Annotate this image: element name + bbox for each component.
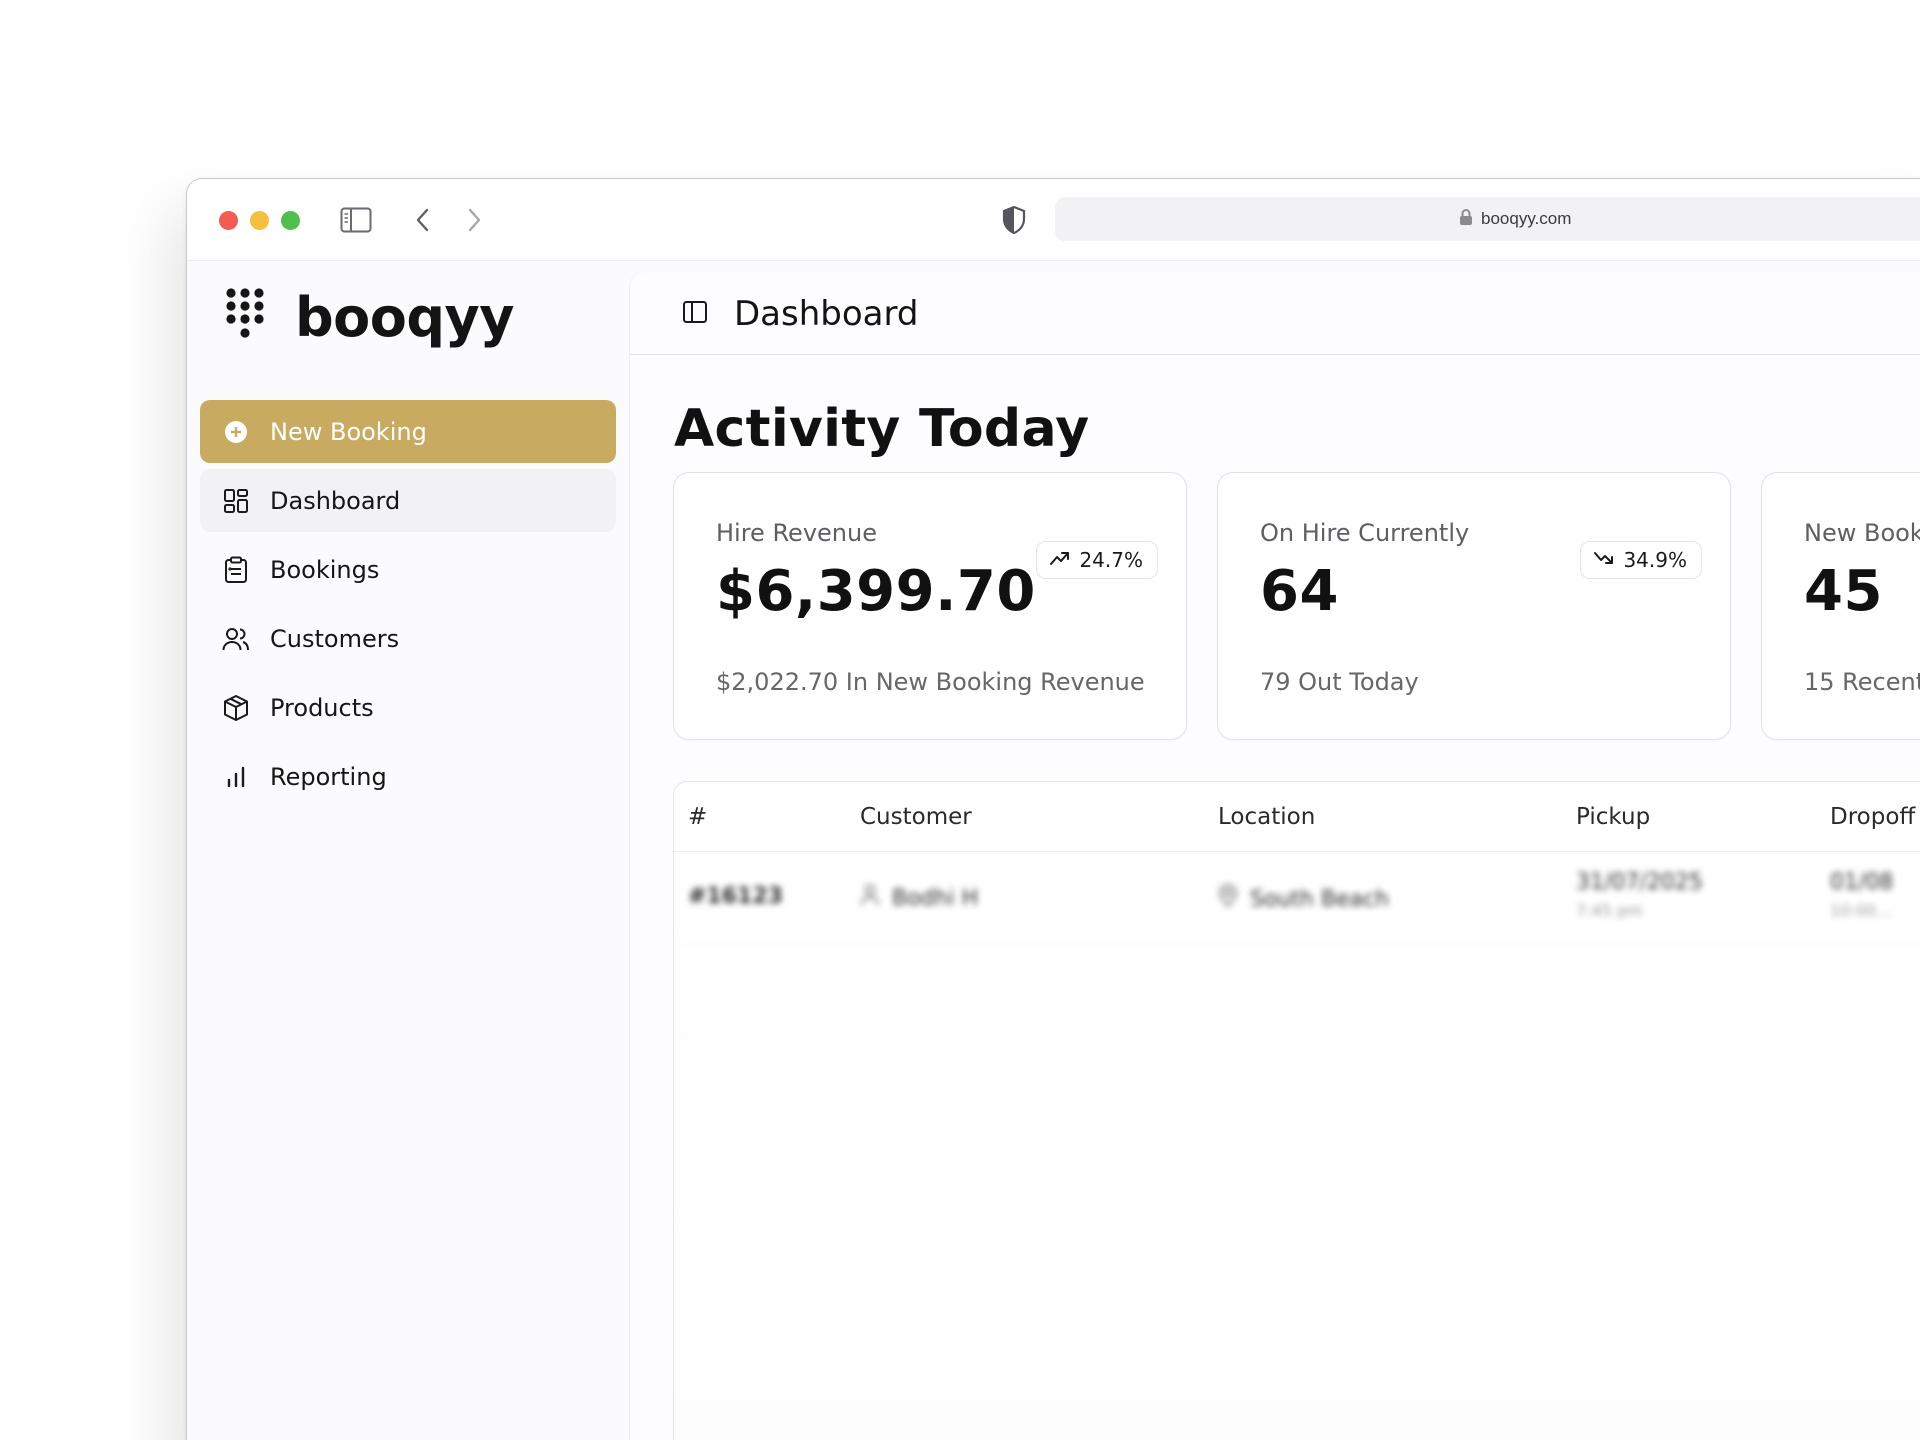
- nav-label: Products: [270, 693, 374, 722]
- customer-cell: Bodhi H: [860, 884, 978, 912]
- trend-up-icon: [1049, 548, 1071, 572]
- location-name: South Beach: [1250, 886, 1390, 912]
- card-subtext: 79 Out Today: [1260, 668, 1419, 696]
- stat-card-on-hire[interactable]: On Hire Currently 64 34.9% 79 Out Today: [1217, 472, 1731, 740]
- user-icon: [860, 884, 880, 912]
- location-cell: South Beach: [1218, 884, 1389, 914]
- dropoff-date: 01/08: [1830, 870, 1894, 895]
- main-header: Dashboard: [630, 273, 1920, 355]
- trend-value: 24.7%: [1079, 548, 1143, 572]
- sidebar-item-reporting[interactable]: Reporting: [200, 745, 616, 808]
- column-header[interactable]: Pickup: [1576, 804, 1650, 830]
- nav-label: New Booking: [270, 417, 427, 446]
- nav-label: Bookings: [270, 555, 380, 584]
- table-row[interactable]: #16123 Bodhi H South Beach 31/07/2025 7:…: [674, 852, 1920, 944]
- trend-badge: 24.7%: [1036, 541, 1158, 579]
- trend-value: 34.9%: [1623, 548, 1687, 572]
- card-subtext: 15 Recent I: [1804, 668, 1920, 696]
- pickup-cell: 31/07/2025 7:45 pm: [1576, 870, 1703, 920]
- trend-down-icon: [1593, 548, 1615, 572]
- section-title: Activity Today: [674, 399, 1090, 459]
- card-value: $6,399.70: [716, 559, 1036, 624]
- booking-id: #16123: [688, 884, 783, 909]
- lock-icon: [1459, 208, 1473, 230]
- sidebar: booqyy New Booking Dashboard Bookings Cu…: [187, 261, 627, 1440]
- dropoff-time: 10:00...: [1830, 901, 1892, 920]
- brand-name: booqyy: [295, 285, 514, 349]
- back-icon[interactable]: [406, 203, 440, 237]
- plus-circle-icon: [222, 418, 250, 446]
- stat-card-hire-revenue[interactable]: Hire Revenue $6,399.70 24.7% $2,022.70 I…: [673, 472, 1187, 740]
- stat-card-new-bookings[interactable]: New Booki 45 15 Recent I: [1761, 472, 1920, 740]
- browser-window: booqyy.com booqyy New Booking Dashboard …: [186, 178, 1920, 1440]
- column-header[interactable]: #: [688, 804, 707, 830]
- bookings-table: # Customer Location Pickup Dropoff #1612…: [673, 781, 1920, 1440]
- main-content: Dashboard Activity Today Hire Revenue $6…: [629, 273, 1920, 1440]
- shield-icon[interactable]: [997, 203, 1031, 237]
- sidebar-item-products[interactable]: Products: [200, 676, 616, 739]
- card-label: Hire Revenue: [716, 519, 877, 547]
- column-header[interactable]: Dropoff: [1830, 804, 1915, 830]
- table-row[interactable]: [674, 1128, 1920, 1220]
- sidebar-item-customers[interactable]: Customers: [200, 607, 616, 670]
- card-label: New Booki: [1804, 519, 1920, 547]
- maximize-window-button[interactable]: [281, 211, 300, 230]
- pickup-date: 31/07/2025: [1576, 870, 1703, 895]
- sidebar-toggle-icon[interactable]: [339, 203, 373, 237]
- clipboard-icon: [222, 556, 250, 584]
- forward-icon[interactable]: [457, 203, 491, 237]
- nav-label: Customers: [270, 624, 400, 653]
- stat-cards: Hire Revenue $6,399.70 24.7% $2,022.70 I…: [673, 472, 1920, 740]
- location-pin-icon: [1218, 884, 1238, 914]
- users-icon: [222, 625, 250, 653]
- table-header: # Customer Location Pickup Dropoff: [674, 782, 1920, 852]
- table-row[interactable]: [674, 944, 1920, 1036]
- card-subtext: $2,022.70 In New Booking Revenue: [716, 668, 1145, 696]
- column-header[interactable]: Customer: [860, 804, 972, 830]
- browser-toolbar: booqyy.com: [187, 179, 1920, 261]
- page-title: Dashboard: [734, 293, 919, 334]
- trend-badge: 34.9%: [1580, 541, 1702, 579]
- address-bar[interactable]: booqyy.com: [1055, 197, 1920, 241]
- card-value: 45: [1804, 559, 1883, 624]
- card-value: 64: [1260, 559, 1339, 624]
- brand[interactable]: booqyy: [225, 285, 514, 349]
- customer-name: Bodhi H: [892, 885, 979, 911]
- card-label: On Hire Currently: [1260, 519, 1470, 547]
- dropoff-cell: 01/08 10:00...: [1830, 870, 1893, 920]
- pickup-time: 7:45 pm: [1576, 901, 1643, 920]
- table-row[interactable]: [674, 1036, 1920, 1128]
- sidebar-nav: New Booking Dashboard Bookings Customers…: [200, 400, 616, 814]
- bar-chart-icon: [222, 763, 250, 791]
- close-window-button[interactable]: [219, 211, 238, 230]
- nav-label: Reporting: [270, 762, 387, 791]
- panel-toggle-icon[interactable]: [682, 300, 708, 328]
- new-booking-button[interactable]: New Booking: [200, 400, 616, 463]
- sidebar-item-bookings[interactable]: Bookings: [200, 538, 616, 601]
- nav-label: Dashboard: [270, 486, 401, 515]
- app: booqyy New Booking Dashboard Bookings Cu…: [187, 261, 1920, 1440]
- logo-icon: [225, 287, 269, 347]
- address-url: booqyy.com: [1481, 209, 1572, 228]
- sidebar-item-dashboard[interactable]: Dashboard: [200, 469, 616, 532]
- dashboard-icon: [222, 487, 250, 515]
- table-fade: [674, 1280, 1920, 1440]
- column-header[interactable]: Location: [1218, 804, 1315, 830]
- minimize-window-button[interactable]: [250, 211, 269, 230]
- box-icon: [222, 694, 250, 722]
